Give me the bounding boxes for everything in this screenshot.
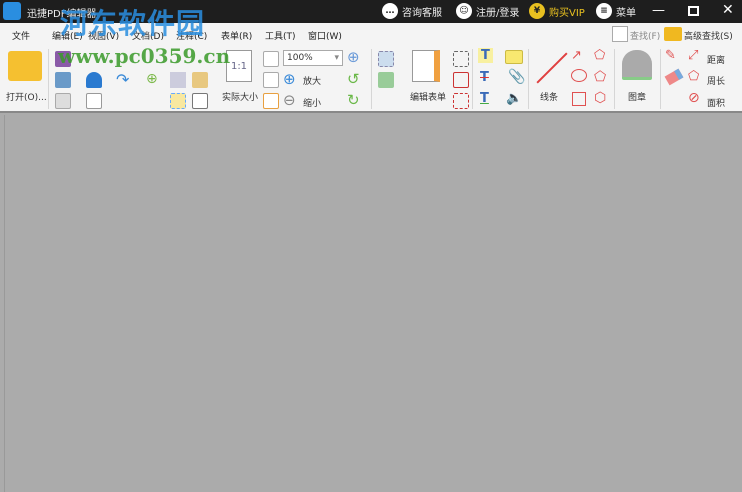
area-button[interactable]: 面积 (707, 96, 725, 109)
attachment-icon[interactable]: 📎 (508, 69, 525, 85)
divider (371, 49, 372, 109)
menu-label: 菜单 (616, 7, 636, 19)
app-logo-icon (3, 2, 21, 20)
folder-search-icon (664, 27, 682, 41)
snapshot-icon[interactable] (170, 93, 186, 109)
zoom-out-icon[interactable]: ⊖ (283, 91, 296, 109)
distance-icon[interactable]: ⤢ (688, 48, 698, 63)
chat-icon: … (382, 3, 398, 19)
edit-image-icon[interactable] (378, 51, 394, 67)
consult-label: 咨询客服 (402, 7, 442, 19)
magnifier-icon[interactable]: ⊕ (347, 48, 360, 66)
pencil-icon[interactable]: ✎ (665, 48, 676, 63)
ellipse-icon[interactable] (571, 69, 587, 82)
zoom-value: 100% (287, 53, 313, 63)
close-button[interactable]: ✕ (722, 2, 734, 18)
note-icon[interactable] (505, 50, 523, 64)
zoom-in-icon[interactable]: ⊕ (283, 70, 296, 88)
hamburger-icon: ≡ (596, 3, 612, 19)
advanced-find-button[interactable]: 高级查找(S) (684, 29, 733, 42)
menu-file[interactable]: 文件 (12, 29, 30, 42)
find-doc-icon[interactable] (192, 93, 208, 109)
minimize-button[interactable]: — (652, 3, 665, 18)
polyline-icon[interactable]: ⬠ (594, 48, 605, 63)
open-folder-icon[interactable] (8, 51, 42, 81)
divider (48, 49, 49, 109)
arrow-icon[interactable]: ↗ (571, 48, 582, 63)
divider (528, 49, 529, 109)
watermark-name: 河东软件园 (60, 7, 206, 40)
maximize-button[interactable] (688, 6, 699, 16)
yen-icon: ¥ (529, 3, 545, 19)
document-workspace[interactable] (4, 115, 742, 492)
rectangle-icon[interactable] (572, 92, 586, 106)
perimeter-icon[interactable]: ⬠ (688, 69, 699, 84)
chevron-down-icon: ▾ (334, 53, 339, 63)
text-box-icon[interactable] (453, 72, 469, 88)
rotate-right-icon[interactable]: ↻ (347, 91, 360, 109)
zoom-select[interactable]: 100% ▾ (283, 50, 343, 66)
add-image-icon[interactable] (378, 72, 394, 88)
eraser-icon[interactable] (664, 68, 684, 86)
zoom-out-button[interactable]: 缩小 (303, 96, 321, 109)
line-button[interactable]: 线条 (540, 90, 558, 103)
rotate-left-icon[interactable]: ↺ (347, 70, 360, 88)
login-label: 注册/登录 (476, 7, 520, 19)
vip-label: 购买VIP (549, 7, 585, 19)
open-button[interactable]: 打开(O)... (6, 90, 47, 103)
actual-size-button[interactable]: 实际大小 (222, 90, 258, 103)
divider (660, 49, 661, 109)
divider (614, 49, 615, 109)
find-icon (612, 26, 628, 42)
menu-button[interactable]: ≡ 菜单 (596, 3, 636, 19)
consult-button[interactable]: … 咨询客服 (382, 3, 442, 19)
next-page-icon[interactable]: ⊕ (146, 71, 158, 87)
distance-button[interactable]: 距离 (707, 53, 725, 66)
stamp-button[interactable]: 图章 (628, 90, 646, 103)
stamp-icon[interactable] (622, 50, 652, 80)
area-icon[interactable]: ⊘ (688, 90, 700, 106)
user-icon: ☺ (456, 3, 472, 19)
new-document-icon[interactable] (86, 93, 102, 109)
fit-width-icon[interactable] (263, 72, 279, 88)
zoom-in-button[interactable]: 放大 (303, 74, 321, 87)
line-icon[interactable] (536, 52, 568, 84)
highlight-text-icon[interactable]: T (478, 48, 493, 63)
menu-form[interactable]: 表单(R) (221, 29, 252, 42)
edit-form-button[interactable]: 编辑表单 (410, 90, 446, 103)
select-text-icon[interactable] (170, 72, 186, 88)
menu-window[interactable]: 窗口(W) (308, 29, 342, 42)
cloud-icon[interactable]: ⬡ (594, 90, 606, 106)
menu-tools[interactable]: 工具(T) (265, 29, 296, 42)
fit-visible-icon[interactable] (263, 93, 279, 109)
paste-icon[interactable] (192, 72, 208, 88)
sound-icon[interactable]: 🔈 (506, 91, 522, 106)
print-icon[interactable] (55, 72, 71, 88)
export-icon[interactable] (55, 93, 71, 109)
callout-icon[interactable] (453, 93, 469, 109)
redo-icon[interactable]: ↷ (116, 70, 129, 89)
strikeout-icon[interactable]: T (480, 70, 489, 85)
perimeter-button[interactable]: 周长 (707, 74, 725, 87)
divider (472, 49, 473, 109)
vip-button[interactable]: ¥ 购买VIP (529, 3, 585, 19)
watermark-url: www.pc0359.cn (58, 44, 231, 68)
polygon-icon[interactable]: ⬠ (594, 69, 606, 85)
fit-page-icon[interactable] (263, 51, 279, 67)
text-field-icon[interactable] (453, 51, 469, 67)
underline-icon[interactable]: T (480, 91, 489, 106)
edit-form-icon[interactable] (412, 50, 440, 82)
scan-icon[interactable] (86, 72, 102, 88)
find-button[interactable]: 查找(F) (630, 29, 660, 42)
login-button[interactable]: ☺ 注册/登录 (456, 3, 519, 19)
